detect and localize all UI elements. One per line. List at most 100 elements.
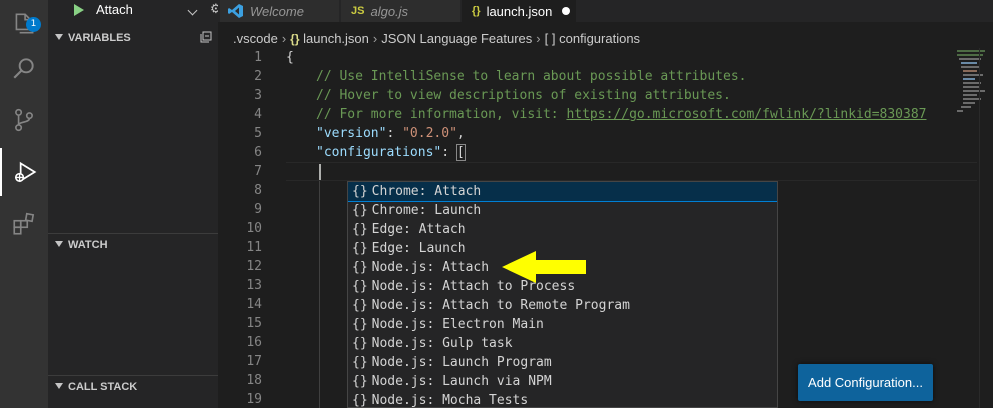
line-number: 10 <box>246 221 262 236</box>
tab-launch-json[interactable]: {} launch.json <box>462 0 577 22</box>
source-control-button[interactable] <box>0 96 48 144</box>
minimap-line <box>961 62 977 64</box>
code-line: { <box>286 50 294 65</box>
suggestion-label: Edge: Launch <box>371 241 466 256</box>
code-comment: // For more information, visit: <box>316 107 567 122</box>
suggestion-item[interactable]: {} Node.js: Launch Program <box>348 353 777 372</box>
source-control-icon <box>15 108 33 132</box>
line-number: 4 <box>254 107 262 122</box>
js-file-icon: JS <box>351 5 365 17</box>
minimap-line <box>963 70 977 72</box>
unsaved-dot-icon[interactable] <box>562 7 571 15</box>
watch-label: WATCH <box>68 239 108 251</box>
vertical-scrollbar[interactable] <box>979 48 993 408</box>
annotation-arrow-icon <box>502 251 586 283</box>
line-number: 8 <box>254 183 262 198</box>
line-number: 1 <box>254 50 262 65</box>
suggestion-label: Node.js: Gulp task <box>371 336 513 351</box>
bracket-match: [ <box>455 144 466 161</box>
suggest-widget[interactable]: {} Chrome: Attach {} Chrome: Launch {} Edge… <box>347 181 778 408</box>
minimap-line <box>963 94 977 96</box>
minimap-line <box>957 110 963 112</box>
snippet-icon: {} <box>352 298 368 313</box>
breadcrumb-section[interactable]: JSON Language Features <box>381 31 532 46</box>
tab-label: launch.json <box>486 3 553 19</box>
suggestion-item[interactable]: {} Chrome: Launch <box>348 201 777 220</box>
chevron-expanded-icon <box>55 383 63 389</box>
minimap-line <box>963 78 975 80</box>
fwlink-link[interactable]: https://go.microsoft.com/fwlink/?linkid=… <box>566 107 926 122</box>
chevron-down-icon <box>187 5 198 16</box>
breadcrumb-separator-icon: › <box>372 31 378 46</box>
json-string: "0.2.0" <box>402 126 457 141</box>
start-debugging-icon[interactable] <box>74 4 84 16</box>
call-stack-label: CALL STACK <box>68 381 138 393</box>
snippet-icon: {} <box>352 355 368 370</box>
debug-config-select[interactable]: Attach <box>90 0 198 22</box>
search-button[interactable] <box>0 44 48 92</box>
suggestion-item[interactable]: {} Node.js: Mocha Tests <box>348 391 777 408</box>
snippet-icon: {} <box>352 279 368 294</box>
tab-algo-js[interactable]: JS algo.js <box>341 0 461 22</box>
breadcrumb-folder[interactable]: .vscode <box>233 31 278 46</box>
line-number: 15 <box>246 316 262 331</box>
snippet-icon: {} <box>352 203 368 218</box>
code-comment: // Hover to view descriptions of existin… <box>316 88 731 103</box>
run-debug-button[interactable] <box>0 148 48 196</box>
suggestion-label: Node.js: Mocha Tests <box>371 393 529 408</box>
array-icon: [ ] <box>544 31 556 46</box>
extensions-button[interactable] <box>0 200 48 248</box>
debug-icon <box>14 161 37 183</box>
indent-guide <box>319 181 320 408</box>
debug-toolbar: Attach ⚙ <box>48 0 222 22</box>
snippet-icon: {} <box>352 184 368 199</box>
explorer-button[interactable]: 1 <box>0 0 48 48</box>
line-number: 7 <box>254 164 262 179</box>
breadcrumb-file[interactable]: launch.json <box>303 31 369 46</box>
tab-label: Welcome <box>250 3 304 19</box>
code-line: // For more information, visit: https://… <box>316 105 926 124</box>
breadcrumb-separator-icon: › <box>536 31 541 46</box>
json-key: "configurations" <box>316 145 442 160</box>
call-stack-section-header[interactable]: CALL STACK <box>48 376 218 398</box>
snippet-icon: {} <box>352 374 368 389</box>
line-number: 19 <box>246 392 262 407</box>
extensions-icon <box>13 212 35 235</box>
chevron-expanded-icon <box>55 34 63 40</box>
collapse-all-icon[interactable] <box>200 31 212 43</box>
breadcrumb-separator-icon: › <box>281 31 287 46</box>
line-number: 6 <box>254 145 262 160</box>
watch-section-header[interactable]: WATCH <box>48 234 218 256</box>
add-configuration-button[interactable]: Add Configuration... <box>798 364 933 401</box>
suggestion-item[interactable]: {} Node.js: Gulp task <box>348 334 777 353</box>
minimap-line <box>963 102 975 104</box>
explorer-badge: 1 <box>26 17 41 32</box>
suggestion-item[interactable]: {} Chrome: Attach <box>348 182 777 202</box>
snippet-icon: {} <box>352 241 368 256</box>
breadcrumb-item[interactable]: configurations <box>559 31 640 46</box>
suggestion-item[interactable]: {} Node.js: Electron Main <box>348 315 777 334</box>
json-file-icon: {} <box>290 32 300 46</box>
suggestion-label: Node.js: Attach <box>371 260 490 275</box>
suggestion-label: Chrome: Attach <box>371 184 482 199</box>
suggestion-label: Chrome: Launch <box>371 203 482 218</box>
breadcrumb: .vscode ›{} launch.json › JSON Language Fea… <box>233 28 640 50</box>
suggestion-item[interactable]: {} Node.js: Launch via NPM <box>348 372 777 391</box>
json-comma: , <box>456 126 465 141</box>
editor-tabs: Welcome JS algo.js {} launch.json <box>218 0 993 22</box>
snippet-icon: {} <box>352 336 368 351</box>
variables-section-header[interactable]: VARIABLES <box>48 27 218 49</box>
tab-label: algo.js <box>370 3 409 19</box>
tab-welcome[interactable]: Welcome <box>220 0 340 22</box>
suggestion-item[interactable]: {} Edge: Attach <box>348 220 777 239</box>
snippet-icon: {} <box>352 317 368 332</box>
line-number: 2 <box>254 69 262 84</box>
json-colon: : <box>386 126 403 141</box>
json-file-icon: {} <box>472 5 481 17</box>
line-number: 13 <box>246 278 262 293</box>
variables-label: VARIABLES <box>68 32 131 44</box>
snippet-icon: {} <box>352 260 368 275</box>
suggestion-label: Node.js: Electron Main <box>371 317 544 332</box>
code-line: "version": "0.2.0", <box>316 124 465 143</box>
suggestion-item[interactable]: {} Node.js: Attach to Remote Program <box>348 296 777 315</box>
